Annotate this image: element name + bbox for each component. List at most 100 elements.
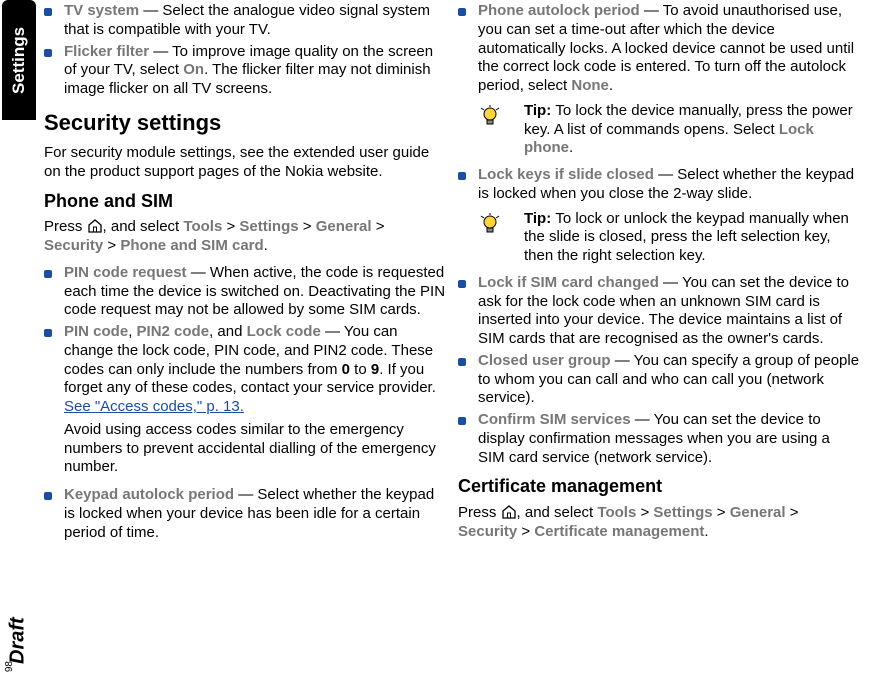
- side-tab: Settings Draft 98: [2, 0, 36, 674]
- bullet-icon: [458, 8, 466, 16]
- tip-text: Tip: To lock the device manually, press …: [524, 102, 860, 158]
- setting-term: Lock if SIM card changed: [478, 274, 659, 291]
- text: .: [264, 237, 268, 254]
- column-right: Phone autolock period — To avoid unautho…: [458, 2, 860, 674]
- nav-step: General: [316, 218, 372, 235]
- bullet-icon: [458, 280, 466, 288]
- bullet-icon: [458, 417, 466, 425]
- nav-step: Tools: [183, 218, 222, 235]
- list-item: PIN code, PIN2 code, and Lock code — You…: [44, 323, 446, 483]
- setting-term: Phone autolock period: [478, 2, 640, 19]
- nav-step: Security: [44, 237, 103, 254]
- text: .: [569, 139, 573, 156]
- nav-step: Phone and SIM card: [120, 237, 263, 254]
- text: —: [654, 166, 677, 183]
- text: , and select: [103, 218, 184, 235]
- page-number: 98: [4, 661, 15, 672]
- navigation-path: Press , and select Tools > Settings > Ge…: [44, 218, 446, 256]
- item-body: TV system — Select the analogue video si…: [64, 2, 446, 40]
- setting-term: Keypad autolock period: [64, 486, 234, 503]
- extra-paragraph: Avoid using access codes similar to the …: [64, 421, 446, 477]
- nav-step: Tools: [597, 504, 636, 521]
- setting-term: TV system: [64, 2, 139, 19]
- intro-paragraph: For security module settings, see the ex…: [44, 144, 446, 182]
- item-body: Lock keys if slide closed — Select wheth…: [478, 166, 860, 204]
- item-body: Keypad autolock period — Select whether …: [64, 486, 446, 542]
- text: —: [631, 411, 654, 428]
- bullet-icon: [458, 358, 466, 366]
- text: >: [103, 237, 120, 254]
- item-body: Lock if SIM card changed — You can set t…: [478, 274, 860, 349]
- bullet-icon: [44, 49, 52, 57]
- text: .: [609, 77, 613, 94]
- text: >: [222, 218, 239, 235]
- content-columns: TV system — Select the analogue video si…: [44, 0, 860, 674]
- tip-text: Tip: To lock or unlock the keypad manual…: [524, 210, 860, 266]
- text: —: [139, 2, 162, 19]
- text: —: [611, 352, 634, 369]
- nav-step: General: [730, 504, 786, 521]
- text: >: [517, 523, 534, 540]
- text: >: [372, 218, 385, 235]
- list-item: Flicker filter — To improve image qualit…: [44, 43, 446, 99]
- heading-certificate-management: Certificate management: [458, 475, 860, 498]
- tip-label: Tip:: [524, 210, 555, 227]
- heading-security-settings: Security settings: [44, 109, 446, 137]
- text: , and: [209, 323, 247, 340]
- bold-number: 0: [342, 361, 350, 378]
- text: >: [786, 504, 799, 521]
- nav-step: Security: [458, 523, 517, 540]
- text: —: [187, 264, 210, 281]
- list-item: Phone autolock period — To avoid unautho…: [458, 2, 860, 96]
- ui-option: On: [183, 61, 204, 78]
- setting-term: Lock code: [247, 323, 321, 340]
- nav-step: Settings: [653, 504, 712, 521]
- text: —: [321, 323, 344, 340]
- text: —: [149, 43, 172, 60]
- list-item: Confirm SIM services — You can set the d…: [458, 411, 860, 467]
- text: >: [713, 504, 730, 521]
- item-body: PIN code request — When active, the code…: [64, 264, 446, 320]
- list-item: TV system — Select the analogue video si…: [44, 2, 446, 40]
- text: >: [636, 504, 653, 521]
- text: —: [640, 2, 663, 19]
- item-body: Flicker filter — To improve image qualit…: [64, 43, 446, 99]
- page: Settings Draft 98 TV system — Select the…: [0, 0, 871, 674]
- heading-phone-and-sim: Phone and SIM: [44, 190, 446, 213]
- nav-step: Settings: [239, 218, 298, 235]
- text: Press: [458, 504, 501, 521]
- cross-reference-link[interactable]: See "Access codes," p. 13.: [64, 398, 244, 415]
- setting-term: PIN2 code: [137, 323, 210, 340]
- bullet-icon: [458, 172, 466, 180]
- draft-watermark: Draft: [0, 584, 38, 664]
- setting-term: PIN code request: [64, 264, 187, 281]
- text: to: [350, 361, 371, 378]
- bullet-icon: [44, 270, 52, 278]
- ui-option: None: [571, 77, 609, 94]
- tip-box: Tip: To lock the device manually, press …: [478, 102, 860, 158]
- list-item: Keypad autolock period — Select whether …: [44, 486, 446, 542]
- setting-term: PIN code: [64, 323, 128, 340]
- navigation-path: Press , and select Tools > Settings > Ge…: [458, 504, 860, 542]
- tip-box: Tip: To lock or unlock the keypad manual…: [478, 210, 860, 266]
- text: >: [299, 218, 316, 235]
- text: Press: [44, 218, 87, 235]
- bullet-icon: [44, 492, 52, 500]
- section-tab-label: Settings: [2, 0, 36, 120]
- text: —: [234, 486, 257, 503]
- bullet-icon: [44, 329, 52, 337]
- lightbulb-icon: [478, 212, 502, 236]
- item-body: Phone autolock period — To avoid unautho…: [478, 2, 860, 96]
- text: ,: [128, 323, 136, 340]
- text: —: [659, 274, 682, 291]
- item-body: PIN code, PIN2 code, and Lock code — You…: [64, 323, 446, 483]
- bold-number: 9: [371, 361, 379, 378]
- item-body: Closed user group — You can specify a gr…: [478, 352, 860, 408]
- home-key-icon: [501, 505, 517, 519]
- tip-label: Tip:: [524, 102, 555, 119]
- setting-term: Lock keys if slide closed: [478, 166, 654, 183]
- lightbulb-icon: [478, 104, 502, 128]
- list-item: PIN code request — When active, the code…: [44, 264, 446, 320]
- text: .: [704, 523, 708, 540]
- nav-step: Certificate management: [534, 523, 704, 540]
